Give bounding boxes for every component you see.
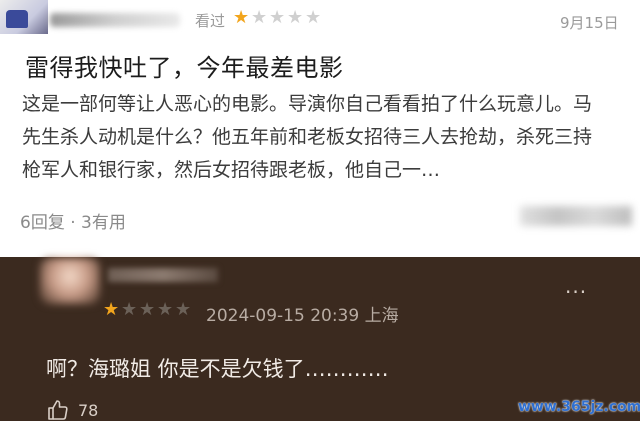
useful-count[interactable]: 3有用 <box>81 213 126 233</box>
like-count: 78 <box>78 400 99 420</box>
reply-timestamp: 2024-09-15 20:39 上海 <box>206 306 399 326</box>
review-footer: 6回复 · 3有用 <box>20 208 126 233</box>
star-icon: ★ <box>251 7 268 28</box>
reviewer-avatar[interactable] <box>0 0 48 34</box>
watched-status-label: 看过 <box>195 12 226 30</box>
review-rating: ★ ★ ★ ★ ★ <box>233 8 323 28</box>
redacted-actions <box>520 206 632 226</box>
star-icon: ★ <box>233 7 250 28</box>
review-title[interactable]: 雷得我快吐了，今年最差电影 <box>25 48 344 83</box>
avatar-image <box>6 10 28 28</box>
thumbs-up-icon <box>48 400 68 420</box>
review-body[interactable]: 这是一部何等让人恶心的电影。导演你自己看看拍了什么玩意儿。马先生杀人动机是什么？… <box>22 88 607 187</box>
separator-dot: · <box>70 213 76 233</box>
star-icon: ★ <box>305 7 322 28</box>
reply-text: 啊？海璐姐 你是不是欠钱了………… <box>46 357 389 381</box>
star-icon: ★ <box>103 299 120 320</box>
like-button[interactable]: 78 <box>46 398 98 422</box>
replier-avatar[interactable] <box>40 258 100 304</box>
star-icon: ★ <box>287 7 304 28</box>
more-dots-icon[interactable]: ··· <box>565 280 587 304</box>
star-icon: ★ <box>269 7 286 28</box>
star-icon: ★ <box>157 299 174 320</box>
star-icon: ★ <box>139 299 156 320</box>
review-date: 9月15日 <box>560 14 619 32</box>
replier-name-redacted <box>108 268 218 282</box>
site-watermark: www.365jz.com <box>518 399 640 415</box>
reviewer-name-redacted <box>50 13 180 27</box>
replies-count[interactable]: 6回复 <box>20 213 65 233</box>
reply-rating: ★ ★ ★ ★ ★ <box>103 300 193 320</box>
review-card: 看过 ★ ★ ★ ★ ★ 9月15日 雷得我快吐了，今年最差电影 这是一部何等让人恶心的… <box>0 0 640 257</box>
star-icon: ★ <box>175 299 192 320</box>
star-icon: ★ <box>121 299 138 320</box>
